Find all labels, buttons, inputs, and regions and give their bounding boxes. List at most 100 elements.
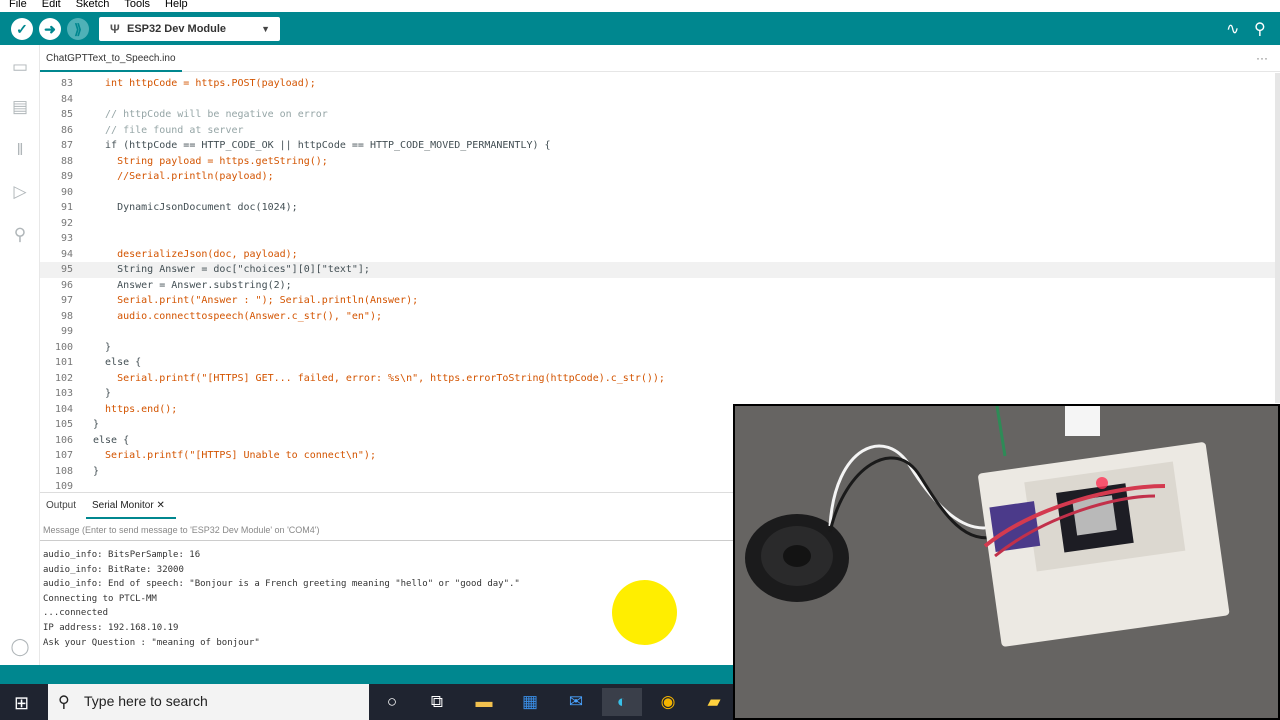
serial-line: audio_info: End of speech: "Bonjour is a…	[43, 579, 520, 590]
code-line[interactable]: 92	[40, 216, 1275, 232]
line-number: 103	[54, 388, 73, 399]
board-selector[interactable]: Ψ ESP32 Dev Module ▼	[99, 17, 280, 41]
edge-icon[interactable]: ◐	[602, 688, 642, 716]
breadboard-scene	[735, 406, 1278, 718]
line-number: 93	[60, 233, 73, 244]
code-line[interactable]: 85 // httpCode will be negative on error	[40, 107, 1275, 123]
tab-serial-monitor[interactable]: Serial Monitor ✕	[86, 493, 176, 519]
code-line[interactable]: 90	[40, 185, 1275, 201]
pulse-icon: ∿	[1226, 21, 1240, 38]
file-explorer-icon[interactable]: ▬	[464, 688, 504, 716]
code-text: //Serial.println(payload);	[93, 171, 274, 182]
line-number: 102	[54, 372, 73, 384]
line-number: 99	[60, 326, 73, 337]
serial-line: Connecting to PTCL-MM	[43, 593, 157, 604]
toolbar: ✓ ➜ ⟫ Ψ ESP32 Dev Module ▼ ∿ ⚲	[0, 12, 1280, 45]
code-line[interactable]: 98 audio.connecttospeech(Answer.c_str(),…	[40, 309, 1275, 325]
board-icon[interactable]: ▤	[9, 97, 31, 117]
line-number: 92	[60, 217, 73, 229]
code-text: // httpCode will be negative on error	[93, 109, 328, 120]
line-number: 88	[60, 155, 73, 167]
cortana-icon[interactable]: ○	[372, 688, 412, 716]
serial-monitor-button[interactable]: ⚲	[1254, 19, 1266, 39]
code-line[interactable]: 97 Serial.print("Answer : "); Serial.pri…	[40, 293, 1275, 309]
code-line[interactable]: 96 Answer = Answer.substring(2);	[40, 278, 1275, 294]
serial-message-input[interactable]: Message (Enter to send message to 'ESP32…	[40, 519, 733, 541]
tab-sketch-file[interactable]: ChatGPTText_to_Speech.ino	[40, 45, 182, 72]
cursor-highlight	[612, 580, 677, 645]
line-number: 104	[54, 403, 73, 415]
code-line[interactable]: 95 String Answer = doc["choices"][0]["te…	[40, 262, 1275, 278]
code-text: int httpCode = https.POST(payload);	[93, 78, 316, 89]
line-number: 100	[54, 341, 73, 353]
serial-line: IP address: 192.168.10.19	[43, 623, 179, 633]
store-icon[interactable]: ▦	[510, 688, 550, 716]
chrome-icon[interactable]: ◉	[648, 688, 688, 716]
chevron-down-icon: ▼	[261, 24, 270, 34]
editor-scrollbar[interactable]	[1275, 73, 1280, 403]
line-number: 90	[60, 186, 73, 198]
menu-edit[interactable]: Edit	[42, 0, 61, 10]
upload-button[interactable]: ➜	[39, 18, 61, 40]
debug-icon[interactable]: ▷	[9, 182, 31, 202]
code-line[interactable]: 101 else {	[40, 355, 1275, 371]
folder-icon[interactable]: ▭	[9, 57, 31, 77]
code-line[interactable]: 93	[40, 231, 1275, 247]
code-text: else {	[93, 434, 130, 446]
sticky-notes-icon[interactable]: ▰	[694, 688, 734, 716]
more-icon[interactable]: ···	[1256, 51, 1268, 65]
menu-tools[interactable]: Tools	[124, 0, 150, 10]
menu-help[interactable]: Help	[165, 0, 188, 10]
board-name: ESP32 Dev Module	[127, 23, 227, 35]
mail-icon[interactable]: ✉	[556, 688, 596, 716]
line-number: 101	[54, 357, 73, 368]
code-line[interactable]: 91 DynamicJsonDocument doc(1024);	[40, 200, 1275, 216]
line-number: 94	[60, 248, 73, 260]
taskbar-search-placeholder: Type here to search	[84, 693, 208, 709]
serial-line: audio_info: BitsPerSample: 16	[43, 550, 201, 560]
code-text: else {	[93, 357, 142, 368]
debug-icon: ⟫	[74, 21, 82, 37]
line-number: 91	[60, 202, 73, 213]
serial-line: ...connected	[43, 608, 109, 619]
line-number: 98	[60, 310, 73, 322]
code-text: // file found at server	[93, 124, 244, 136]
line-number: 89	[60, 171, 73, 182]
code-text: https.end();	[93, 403, 178, 415]
code-line[interactable]: 102 Serial.printf("[HTTPS] GET... failed…	[40, 371, 1275, 387]
line-number: 86	[60, 124, 73, 136]
windows-start-icon[interactable]: ⊞	[14, 693, 29, 714]
code-line[interactable]: 86 // file found at server	[40, 123, 1275, 139]
line-number: 97	[60, 295, 73, 306]
code-line[interactable]: 88 String payload = https.getString();	[40, 154, 1275, 170]
code-line[interactable]: 87 if (httpCode == HTTP_CODE_OK || httpC…	[40, 138, 1275, 154]
line-number: 109	[54, 481, 73, 491]
code-line[interactable]: 84	[40, 92, 1275, 108]
library-icon[interactable]: ‖	[9, 140, 31, 160]
taskbar: ⊞ ⚲ Type here to search ○ ⧉ ▬ ▦ ✉ ◐ ◉ ▰	[0, 684, 733, 720]
code-line[interactable]: 83 int httpCode = https.POST(payload);	[40, 76, 1275, 92]
task-view-icon[interactable]: ⧉	[417, 688, 457, 716]
check-icon: ✓	[16, 21, 28, 37]
code-line[interactable]: 99	[40, 324, 1275, 340]
line-number: 84	[60, 93, 73, 105]
verify-button[interactable]: ✓	[11, 18, 33, 40]
debug-button[interactable]: ⟫	[67, 18, 89, 40]
code-text: }	[93, 341, 112, 353]
code-line[interactable]: 100 }	[40, 340, 1275, 356]
serial-plotter-button[interactable]: ∿	[1226, 19, 1239, 39]
line-number: 95	[60, 264, 73, 275]
menu-sketch[interactable]: Sketch	[76, 0, 110, 10]
code-line[interactable]: 103 }	[40, 386, 1275, 402]
menu-file[interactable]: File	[9, 0, 27, 10]
code-line[interactable]: 89 //Serial.println(payload);	[40, 169, 1275, 185]
account-icon[interactable]: ◯	[9, 637, 31, 657]
status-bar	[0, 665, 733, 684]
code-text: Serial.print("Answer : "); Serial.printl…	[93, 295, 419, 306]
tab-output[interactable]: Output	[46, 493, 76, 519]
taskbar-search[interactable]: ⚲ Type here to search	[48, 684, 369, 720]
close-icon[interactable]: ✕	[156, 500, 164, 511]
code-text: Answer = Answer.substring(2);	[93, 279, 292, 291]
search-icon[interactable]: ⚲	[9, 225, 31, 245]
code-line[interactable]: 94 deserializeJson(doc, payload);	[40, 247, 1275, 263]
